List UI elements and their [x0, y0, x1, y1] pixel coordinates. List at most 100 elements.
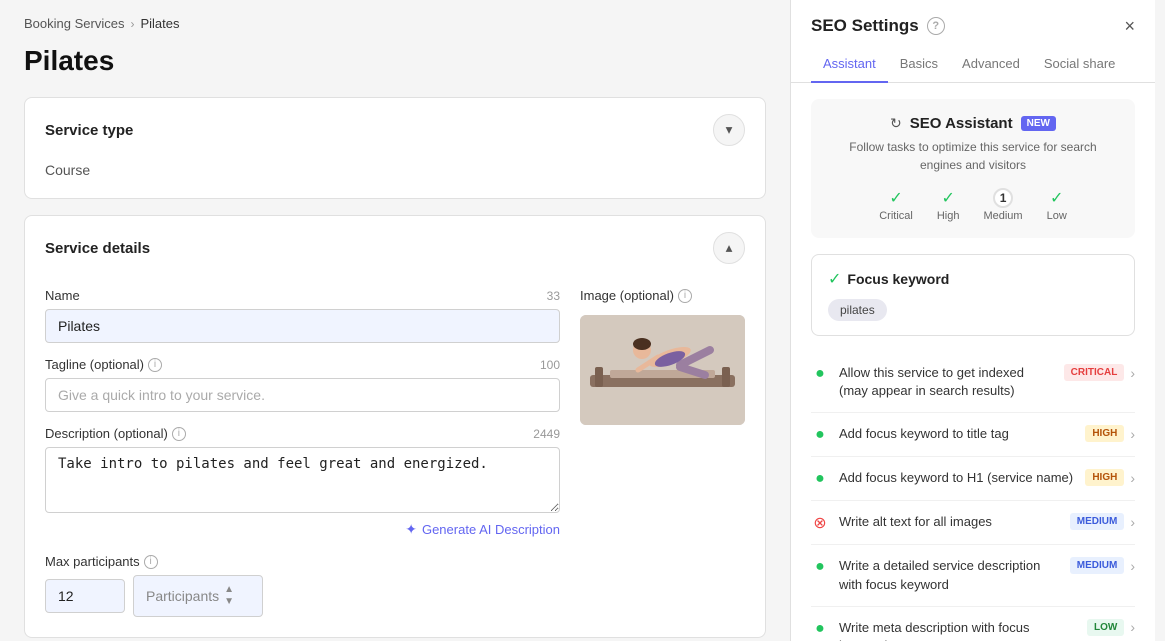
task-h1-text: Add focus keyword to H1 (service name) [839, 470, 1073, 485]
max-participants-input-row: Participants ▲ ▼ [45, 575, 263, 617]
participants-stepper[interactable]: ▲ ▼ [223, 584, 235, 608]
breadcrumb: Booking Services › Pilates [24, 16, 766, 31]
task-title-tag-check-icon: ● [815, 426, 825, 444]
name-input[interactable] [45, 309, 560, 343]
task-title-tag-text: Add focus keyword to title tag [839, 426, 1009, 441]
task-alt-text-right: MEDIUM › [1070, 513, 1135, 530]
service-details-card: Service details ▴ Name 33 [24, 215, 766, 638]
description-label: Description (optional) i [45, 426, 186, 441]
task-meta-description[interactable]: ● Write meta description with focus keyw… [811, 607, 1135, 641]
right-panel: SEO Settings ? × Assistant Basics Advanc… [790, 0, 1155, 641]
task-h1-right: HIGH › [1085, 469, 1135, 486]
task-meta-description-chevron-icon: › [1130, 619, 1135, 635]
task-index-text: Allow this service to get indexed (may a… [839, 365, 1024, 398]
tagline-input[interactable] [45, 378, 560, 412]
task-description[interactable]: ● Write a detailed service description w… [811, 545, 1135, 606]
medium-label: Medium [983, 210, 1022, 222]
description-label-row: Description (optional) i 2449 [45, 426, 560, 441]
critical-check-icon: ✓ [889, 188, 902, 208]
service-type-toggle-button[interactable]: ▾ [713, 114, 745, 146]
task-meta-description-info: Write meta description with focus keywor… [839, 619, 1077, 641]
stepper-down-button[interactable]: ▼ [223, 596, 235, 608]
task-h1-check-icon: ● [815, 470, 825, 488]
tab-basics[interactable]: Basics [888, 46, 950, 83]
task-h1[interactable]: ● Add focus keyword to H1 (service name)… [811, 457, 1135, 501]
task-index-status: ● [811, 365, 829, 383]
service-type-title: Service type [45, 122, 133, 139]
task-meta-description-right: LOW › [1087, 619, 1135, 636]
tab-advanced[interactable]: Advanced [950, 46, 1032, 83]
name-image-row: Name 33 Tagline (optional) i 100 [45, 288, 745, 538]
new-badge: NEW [1021, 116, 1056, 131]
service-details-toggle-button[interactable]: ▴ [713, 232, 745, 264]
service-details-title: Service details [45, 240, 150, 257]
left-panel: Booking Services › Pilates Pilates Servi… [0, 0, 790, 641]
chevron-down-icon: ▾ [726, 122, 733, 138]
breadcrumb-separator: › [130, 17, 134, 31]
task-index-badge: CRITICAL [1064, 364, 1125, 381]
generate-ai-button[interactable]: ✦ Generate AI Description [45, 521, 560, 538]
task-h1-badge: HIGH [1085, 469, 1124, 486]
task-title-tag-status: ● [811, 426, 829, 444]
image-preview[interactable] [580, 315, 745, 425]
task-index[interactable]: ● Allow this service to get indexed (may… [811, 352, 1135, 413]
tab-social-share[interactable]: Social share [1032, 46, 1128, 83]
name-label: Name [45, 288, 80, 303]
focus-keyword-header: ✓ Focus keyword [828, 269, 1118, 289]
seo-help-icon[interactable]: ? [927, 17, 945, 35]
task-h1-status: ● [811, 470, 829, 488]
tagline-info-icon[interactable]: i [148, 358, 162, 372]
task-alt-text-error-icon: ⊗ [813, 513, 826, 533]
description-textarea[interactable]: Take intro to pilates and feel great and… [45, 447, 560, 513]
image-info-icon[interactable]: i [678, 289, 692, 303]
seo-close-button[interactable]: × [1124, 17, 1135, 35]
task-description-check-icon: ● [815, 558, 825, 576]
focus-keyword-card: ✓ Focus keyword pilates [811, 254, 1135, 336]
max-participants-group: Max participants i Participants ▲ ▼ [45, 554, 263, 617]
task-description-right: MEDIUM › [1070, 557, 1135, 574]
task-h1-info: Add focus keyword to H1 (service name) [839, 469, 1075, 487]
task-title-tag[interactable]: ● Add focus keyword to title tag HIGH › [811, 413, 1135, 457]
task-meta-description-badge: LOW [1087, 619, 1124, 636]
high-check-icon: ✓ [941, 188, 954, 208]
description-info-icon[interactable]: i [172, 427, 186, 441]
task-list: ● Allow this service to get indexed (may… [811, 352, 1135, 641]
low-check-icon: ✓ [1050, 188, 1063, 208]
score-low: ✓ Low [1047, 188, 1067, 222]
service-type-card: Service type ▾ Course [24, 97, 766, 199]
tab-assistant[interactable]: Assistant [811, 46, 888, 83]
task-description-text: Write a detailed service description wit… [839, 558, 1040, 591]
task-description-chevron-icon: › [1130, 558, 1135, 574]
max-participants-info-icon[interactable]: i [144, 555, 158, 569]
task-meta-description-check-icon: ● [815, 620, 825, 638]
name-group: Name 33 Tagline (optional) i 100 [45, 288, 560, 538]
pilates-image-svg [580, 315, 745, 425]
participants-select[interactable]: Participants ▲ ▼ [133, 575, 263, 617]
service-details-header: Service details ▴ [25, 216, 765, 280]
score-critical: ✓ Critical [879, 188, 913, 222]
service-type-body: Course [25, 162, 765, 198]
score-high: ✓ High [937, 188, 960, 222]
description-char-count: 2449 [533, 427, 560, 441]
task-title-tag-badge: HIGH [1085, 425, 1124, 442]
assistant-title: SEO Assistant [910, 115, 1013, 132]
tagline-label: Tagline (optional) i [45, 357, 162, 372]
focus-keyword-tag: pilates [828, 299, 887, 321]
assistant-description: Follow tasks to optimize this service fo… [827, 138, 1119, 174]
stepper-up-button[interactable]: ▲ [223, 584, 235, 596]
medium-number-icon: 1 [993, 188, 1013, 208]
focus-keyword-check-icon: ✓ [828, 269, 841, 289]
service-type-header: Service type ▾ [25, 98, 765, 162]
low-label: Low [1047, 210, 1067, 222]
chevron-up-icon: ▴ [726, 240, 733, 256]
name-char-count: 33 [547, 289, 560, 303]
task-title-tag-chevron-icon: › [1130, 426, 1135, 442]
refresh-icon: ↻ [890, 115, 902, 132]
tagline-char-count: 100 [540, 358, 560, 372]
breadcrumb-parent[interactable]: Booking Services [24, 16, 124, 31]
task-alt-text[interactable]: ⊗ Write alt text for all images MEDIUM › [811, 501, 1135, 545]
assistant-box: ↻ SEO Assistant NEW Follow tasks to opti… [811, 99, 1135, 238]
max-participants-input[interactable] [45, 579, 125, 613]
task-alt-text-chevron-icon: › [1130, 514, 1135, 530]
score-row: ✓ Critical ✓ High 1 Medium ✓ Low [827, 188, 1119, 222]
